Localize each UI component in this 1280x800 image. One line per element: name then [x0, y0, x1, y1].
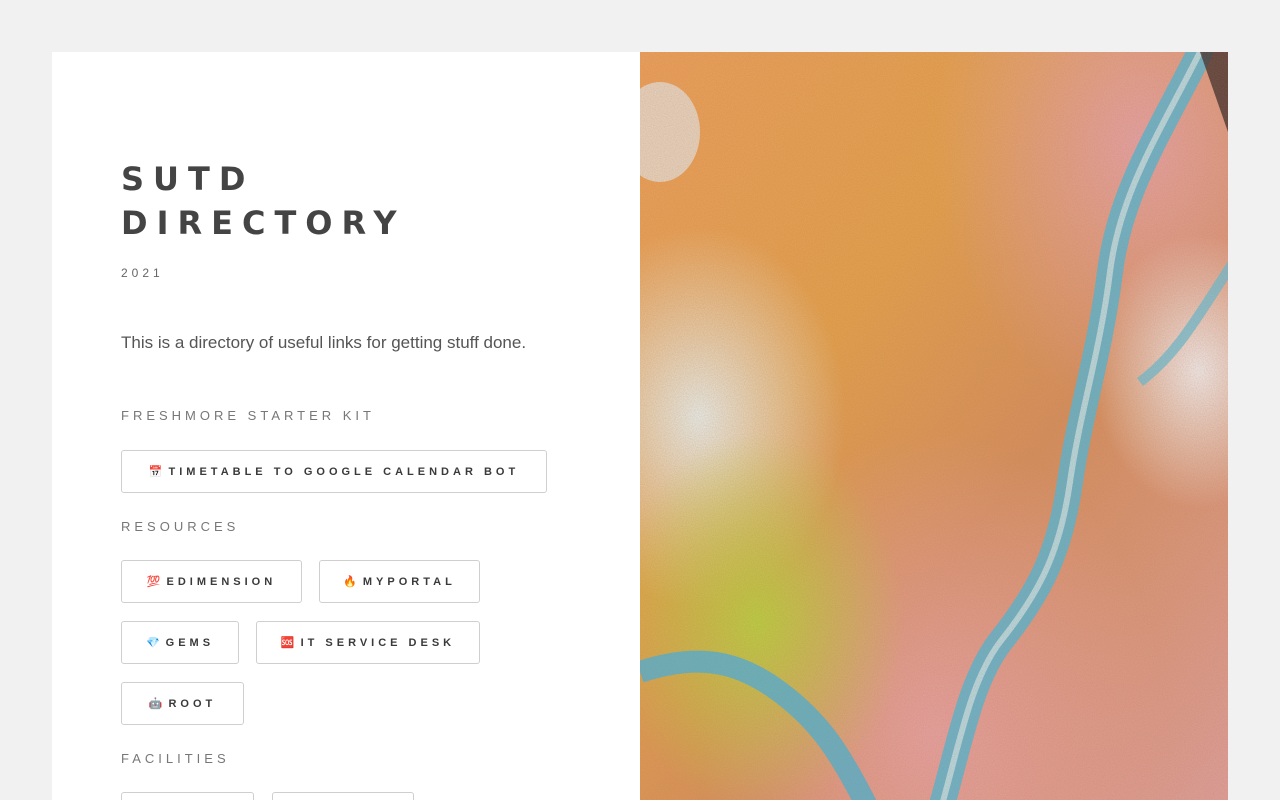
aerial-landscape-image	[640, 52, 1228, 800]
year-label: 2021	[121, 266, 164, 280]
sos-icon: 🆘	[280, 637, 295, 649]
facilities-button-2[interactable]	[272, 792, 414, 800]
fire-icon: 🔥	[343, 576, 357, 588]
content-panel: SUTD DIRECTORY 2021 This is a directory …	[52, 52, 640, 800]
resources-heading: RESOURCES	[121, 519, 240, 534]
intro-text: This is a directory of useful links for …	[121, 333, 527, 352]
facilities-button-1[interactable]	[121, 792, 254, 800]
root-label: ROOT	[168, 697, 217, 710]
it-service-desk-button[interactable]: 🆘 IT SERVICE DESK	[256, 621, 480, 664]
main-card: SUTD DIRECTORY 2021 This is a directory …	[52, 52, 1228, 800]
facilities-heading: FACILITIES	[121, 751, 230, 766]
hero-image	[640, 52, 1228, 800]
gems-label: GEMS	[165, 636, 215, 649]
calendar-icon: 📅	[148, 466, 163, 478]
title-line-1: SUTD	[121, 160, 255, 198]
hundred-points-icon: 💯	[146, 576, 161, 588]
gems-button[interactable]: 💎 GEMS	[121, 621, 239, 664]
robot-icon: 🤖	[148, 698, 163, 710]
it-service-desk-label: IT SERVICE DESK	[300, 636, 456, 649]
freshmore-heading: FRESHMORE STARTER KIT	[121, 408, 375, 423]
root-button[interactable]: 🤖 ROOT	[121, 682, 244, 725]
title-line-2: DIRECTORY	[121, 204, 406, 242]
myportal-button[interactable]: 🔥 MYPORTAL	[319, 560, 480, 603]
edimension-label: EDIMENSION	[166, 575, 277, 588]
edimension-button[interactable]: 💯 EDIMENSION	[121, 560, 302, 603]
timetable-bot-label: TIMETABLE TO GOOGLE CALENDAR BOT	[168, 465, 520, 478]
myportal-label: MYPORTAL	[362, 575, 456, 588]
gem-icon: 💎	[145, 637, 160, 649]
page-title: SUTD DIRECTORY	[121, 157, 406, 245]
timetable-bot-button[interactable]: 📅 TIMETABLE TO GOOGLE CALENDAR BOT	[121, 450, 547, 493]
